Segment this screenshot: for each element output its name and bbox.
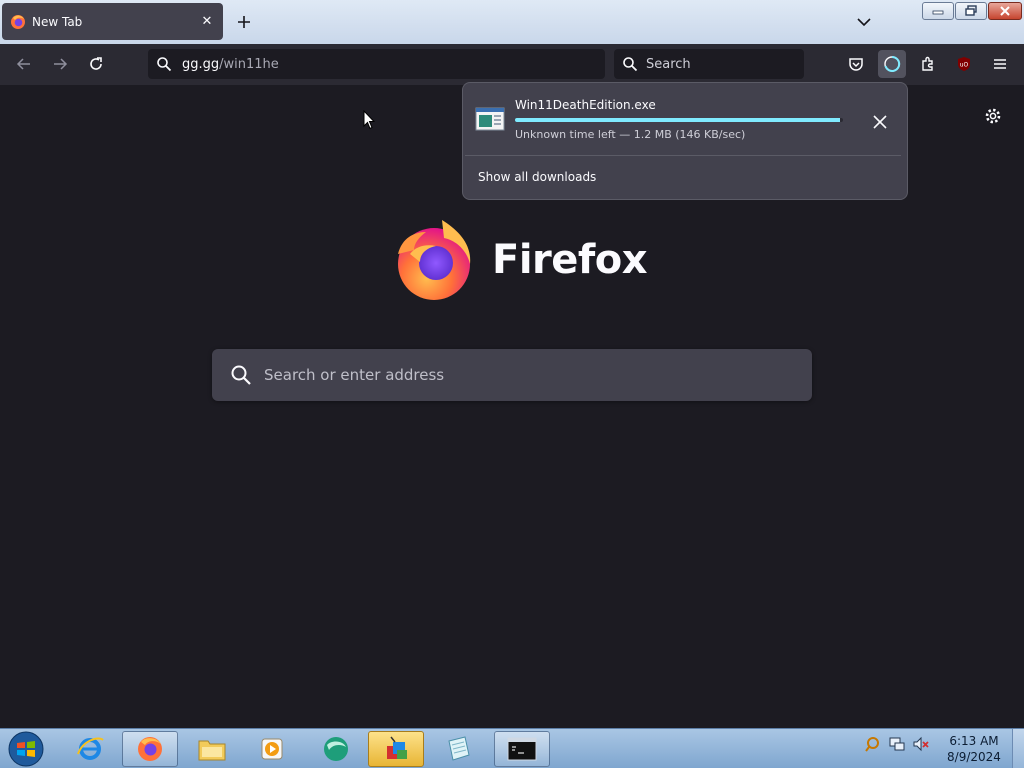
panel-separator [465,155,901,156]
download-progress-fill [515,118,840,122]
taskbar: 6:13 AM 8/9/2024 [0,728,1024,768]
page-settings-button[interactable] [981,104,1005,128]
arrow-right-icon [54,58,68,70]
back-button[interactable] [10,50,38,78]
restore-button[interactable] [955,2,987,20]
app-menu-button[interactable] [986,50,1014,78]
notepad-icon [448,736,470,761]
plus-icon [238,16,250,28]
url-bar[interactable]: gg.gg/win11he [148,49,605,79]
search-icon [231,365,251,385]
clock-date: 8/9/2024 [947,750,1001,764]
window-controls [922,2,1022,20]
chevron-down-icon [857,18,871,27]
search-bar[interactable]: Search [614,49,804,79]
pocket-icon [849,58,863,71]
downloads-button[interactable] [878,50,906,78]
download-filename[interactable]: Win11DeathEdition.exe [515,98,656,112]
search-icon [623,57,638,72]
executable-file-icon [475,107,505,135]
volume-muted-icon[interactable] [912,735,930,757]
new-tab-button[interactable] [232,10,256,34]
tab-title: New Tab [32,14,83,29]
ublock-origin-icon: uO [958,57,970,71]
url-text: gg.gg/win11he [182,57,279,72]
download-progress-bar [515,118,843,122]
minimize-icon [932,10,944,15]
firefox-wordmark: Firefox [492,237,648,283]
download-progress-icon [884,55,901,72]
installer-box-icon [387,736,407,759]
list-all-tabs-button[interactable] [852,10,876,34]
taskbar-firefox[interactable] [122,731,178,767]
forward-button[interactable] [46,50,74,78]
taskbar-green-app[interactable] [308,731,364,767]
clock-time: 6:13 AM [949,734,999,748]
newtab-search-box[interactable] [212,349,812,401]
taskbar-clock[interactable]: 6:13 AM 8/9/2024 [944,733,1004,765]
svg-text:uO: uO [960,62,969,69]
start-button[interactable] [6,730,46,768]
newtab-search-input[interactable] [264,366,764,384]
firefox-logo-icon [398,220,471,300]
mouse-cursor-icon [363,109,376,134]
media-player-icon [261,738,283,760]
close-icon [873,115,887,129]
system-tray [864,735,930,757]
close-window-button[interactable] [988,2,1022,20]
command-prompt-icon [507,737,537,761]
navigation-toolbar: gg.gg/win11he Search uO [0,44,1024,85]
cancel-download-button[interactable] [867,109,893,135]
taskbar-file-explorer[interactable] [184,731,240,767]
show-all-downloads-link[interactable]: Show all downloads [478,170,596,184]
firefox-branding: Firefox [396,218,648,302]
extensions-button[interactable] [914,50,942,78]
close-icon [1000,6,1010,16]
downloads-panel: Win11DeathEdition.exe Unknown time left … [462,82,908,200]
firefox-icon [138,737,162,761]
reload-icon [90,57,102,70]
tab-new-tab[interactable]: New Tab ✕ [2,3,223,40]
taskbar-command-prompt[interactable] [494,731,550,767]
folder-icon [198,740,226,761]
arrow-left-icon [16,58,30,70]
show-desktop-button[interactable] [1012,729,1024,768]
download-status: Unknown time left — 1.2 MB (146 KB/sec) [515,128,746,141]
puzzle-piece-icon [922,56,933,71]
taskbar-media-player[interactable] [244,731,300,767]
url-host: gg.gg [182,56,220,72]
taskbar-installer-app[interactable] [368,731,424,767]
minimize-button[interactable] [922,2,954,20]
restore-icon [965,5,977,16]
url-path: /win11he [219,56,279,72]
action-center-icon[interactable] [864,735,882,757]
tab-strip: New Tab ✕ [0,0,1024,44]
pocket-button[interactable] [842,50,870,78]
tab-close-icon[interactable]: ✕ [199,14,215,30]
windows-orb-icon [8,731,44,767]
reload-button[interactable] [82,50,110,78]
green-globe-icon [324,737,348,761]
firefox-icon [10,14,26,30]
hamburger-menu-icon [994,59,1006,69]
search-icon [157,57,172,72]
search-bar-placeholder: Search [646,56,691,72]
ublock-origin-button[interactable]: uO [950,50,978,78]
taskbar-internet-explorer[interactable] [62,731,118,767]
gear-icon [985,108,1001,124]
internet-explorer-icon [77,737,104,760]
network-icon[interactable] [888,735,906,757]
taskbar-notepad[interactable] [430,731,486,767]
